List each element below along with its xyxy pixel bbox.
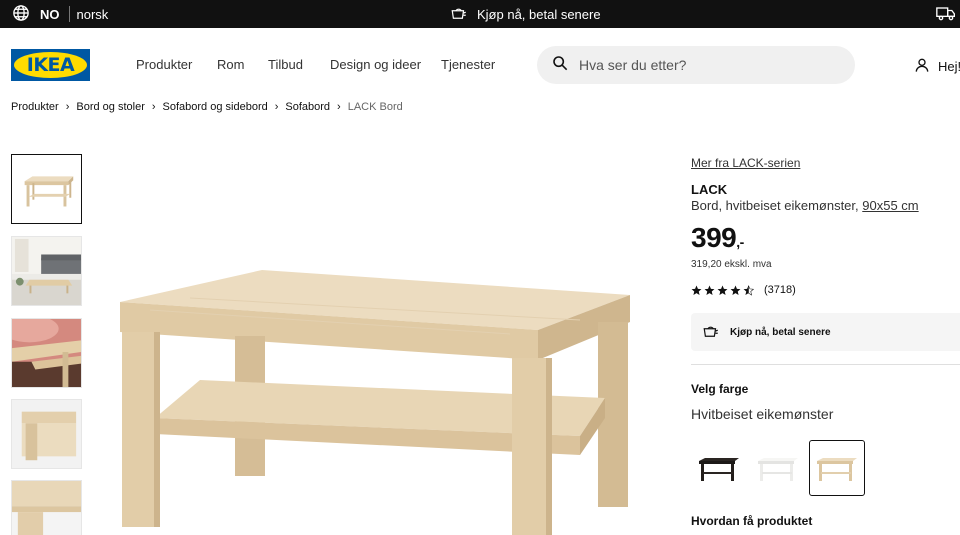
color-heading: Velg farge	[691, 382, 749, 396]
breadcrumb: Produkter › Bord og stoler › Sofabord og…	[11, 101, 403, 113]
delivery-link[interactable]	[936, 5, 956, 24]
nav-item-design-og-ideer[interactable]: Design og ideer	[330, 57, 421, 72]
dimensions-link[interactable]: 90x55 cm	[862, 198, 918, 213]
thumbnail-leg[interactable]	[11, 480, 82, 535]
delivery-heading: Hvordan få produktet	[691, 514, 813, 528]
breadcrumb-current: LACK Bord	[347, 101, 403, 113]
breadcrumb-item[interactable]: Sofabord	[285, 101, 330, 113]
breadcrumb-item[interactable]: Sofabord og sidebord	[163, 101, 268, 113]
price-ex-vat: 319,20 ekskl. mva	[691, 259, 772, 270]
language-name: norsk	[76, 6, 109, 22]
chevron-right-icon: ›	[337, 101, 341, 113]
thumbnail-table-front[interactable]	[11, 154, 82, 224]
breadcrumb-item[interactable]: Bord og stoler	[76, 101, 144, 113]
half-star-icon	[743, 284, 754, 296]
search-bar[interactable]	[537, 46, 855, 84]
thumbnail-corner[interactable]	[11, 399, 82, 469]
top-bar: NO norsk Kjøp nå, betal senere	[0, 0, 960, 28]
account-label: Hej!	[938, 59, 960, 74]
star-icon	[717, 285, 728, 295]
series-link[interactable]: Mer fra LACK-serien	[691, 156, 800, 170]
search-icon	[537, 55, 568, 76]
divider	[68, 6, 70, 22]
nav-item-tjenester[interactable]: Tjenester	[441, 57, 495, 72]
truck-icon	[936, 7, 956, 24]
star-icon	[704, 285, 715, 295]
search-input[interactable]	[579, 57, 839, 73]
logo-oval: IKEA	[14, 52, 87, 78]
product-main-image[interactable]	[110, 250, 640, 535]
product-description-text: Bord, hvitbeiset eikemønster,	[691, 198, 859, 213]
language-code: NO	[40, 6, 60, 22]
nav-item-tilbud[interactable]: Tilbud	[268, 57, 303, 72]
promo-text: Kjøp nå, betal senere	[477, 6, 601, 22]
price-suffix: ,-	[736, 234, 744, 250]
shopping-bag-icon	[450, 5, 477, 24]
rating-stars	[691, 284, 756, 296]
chevron-right-icon: ›	[274, 101, 279, 113]
star-icon	[730, 285, 741, 295]
thumbnail-livingroom[interactable]	[11, 236, 82, 306]
logo-text: IKEA	[26, 54, 75, 76]
chevron-right-icon: ›	[151, 101, 156, 113]
price-value: 399	[691, 222, 737, 253]
product-description: Bord, hvitbeiset eikemønster, 90x55 cm	[691, 198, 919, 213]
color-swatch-black-brown[interactable]	[691, 440, 747, 496]
thumbnail-detail[interactable]	[11, 318, 82, 388]
globe-icon	[12, 4, 30, 25]
divider	[691, 364, 960, 365]
account-button[interactable]: Hej!	[914, 57, 960, 76]
payment-option[interactable]: Kjøp nå, betal senere	[691, 313, 960, 351]
color-swatch-white-stained-oak[interactable]	[809, 440, 865, 496]
nav-item-rom[interactable]: Rom	[217, 57, 244, 72]
ikea-logo[interactable]: IKEA	[11, 49, 90, 81]
product-price: 399,-	[691, 222, 744, 254]
product-name: LACK	[691, 182, 728, 197]
promo-banner[interactable]: Kjøp nå, betal senere	[450, 4, 601, 24]
nav-item-produkter[interactable]: Produkter	[136, 57, 192, 72]
product-rating[interactable]: (3718)	[691, 284, 796, 296]
language-selector[interactable]: NO norsk	[12, 4, 108, 24]
breadcrumb-item[interactable]: Produkter	[11, 101, 59, 113]
payment-option-text: Kjøp nå, betal senere	[730, 326, 831, 338]
star-icon	[691, 285, 702, 295]
color-swatch-white[interactable]	[750, 440, 806, 496]
chevron-right-icon: ›	[65, 101, 70, 113]
rating-count: (3718)	[764, 284, 796, 296]
selected-color: Hvitbeiset eikemønster	[691, 406, 834, 422]
user-icon	[914, 57, 938, 76]
shopping-bag-icon	[691, 323, 730, 342]
